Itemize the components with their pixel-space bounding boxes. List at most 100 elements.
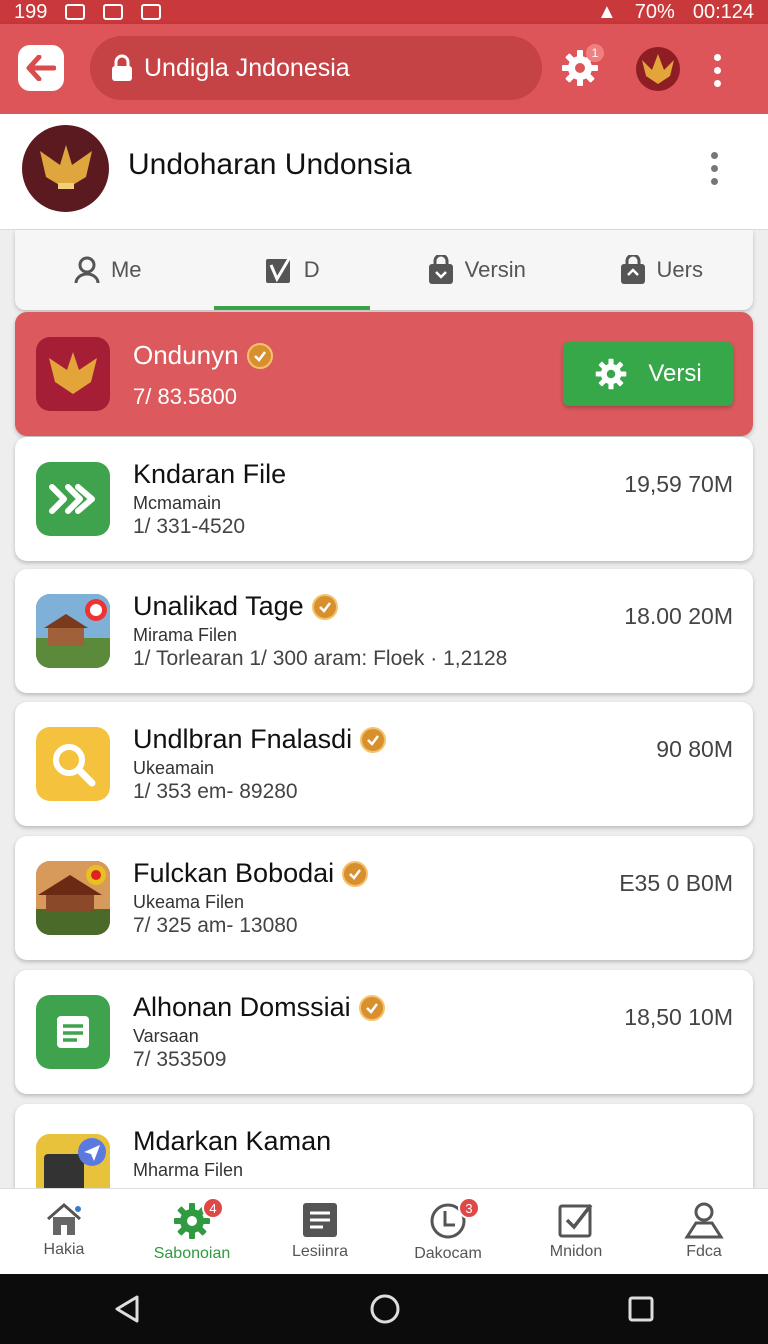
verified-badge-icon — [311, 593, 338, 620]
signal-icon: ▲ — [597, 0, 617, 23]
verified-badge-icon — [246, 342, 273, 369]
back-button[interactable] — [18, 45, 64, 91]
verified-badge-icon — [360, 726, 387, 753]
list-item[interactable]: Unalikad Tage Mirama Filen 1/ Torlearan … — [15, 569, 753, 693]
bag-icon — [428, 255, 453, 284]
home-icon — [47, 1203, 81, 1235]
tab-label: D — [303, 257, 320, 282]
item-subtitle: Mcmamain — [133, 493, 222, 513]
versi-button-label: Versi — [648, 360, 702, 387]
nav-label: Hakia — [43, 1241, 85, 1258]
notification-icon — [65, 4, 86, 20]
nav-label: Mnidon — [549, 1243, 603, 1260]
tab-label: Versin — [464, 257, 526, 282]
gear-icon — [596, 358, 627, 390]
item-subtitle: Mharma Filen — [133, 1160, 244, 1180]
tab-uers[interactable]: Uers — [569, 230, 754, 310]
system-navigation-bar — [0, 1274, 768, 1344]
avatar[interactable] — [22, 125, 109, 212]
nav-dakocam[interactable]: 3 Dakocam — [384, 1189, 512, 1274]
recents-square-icon[interactable] — [627, 1295, 655, 1323]
item-subtitle: Ukeamain — [133, 758, 215, 778]
featured-name: Ondunyn — [133, 340, 273, 371]
item-name: Undlbran Fnalasdi — [133, 724, 387, 755]
verified-badge-icon — [358, 994, 385, 1021]
item-meta: 1/ 331-4520 — [133, 515, 246, 538]
list-item[interactable]: Undlbran Fnalasdi Ukeamain 1/ 353 em- 89… — [15, 702, 753, 826]
nav-badge: 3 — [458, 1197, 480, 1219]
item-subtitle: Mirama Filen — [133, 625, 238, 645]
tab-versin[interactable]: Versin — [384, 230, 569, 310]
garuda-emblem-icon — [39, 144, 92, 189]
url-bar[interactable]: Undigla Jndonesia — [90, 36, 542, 100]
tab-d[interactable]: D — [200, 230, 385, 310]
item-name: Mdarkan Kaman — [133, 1126, 332, 1156]
item-size: 18,50 10M — [624, 1004, 733, 1030]
person-icon — [74, 256, 100, 284]
item-size: 90 80M — [656, 736, 733, 762]
nav-label: Dakocam — [414, 1245, 482, 1262]
list-item[interactable]: Kndaran File Mcmamain 1/ 331-4520 19,59 … — [15, 437, 753, 561]
user-icon — [684, 1202, 724, 1239]
versi-button[interactable]: Versi — [563, 342, 733, 406]
profile-header: Undoharan Undonsia — [0, 114, 768, 230]
notification-icon — [103, 4, 124, 20]
nav-badge: 4 — [202, 1197, 224, 1219]
bag-icon — [620, 255, 645, 284]
status-bar: 199 ▲ 70% 00:124 — [0, 0, 768, 24]
battery-level: 70% — [634, 0, 675, 23]
item-size: 18.00 20M — [624, 603, 733, 629]
featured-card[interactable]: Ondunyn 7/ 83.5800 Versi — [15, 312, 753, 436]
nav-mnidon[interactable]: Mnidon — [512, 1189, 640, 1274]
list-item[interactable]: Alhonan Domssiai Varsaan 7/ 353509 18,50… — [15, 970, 753, 1094]
nav-lesiinra[interactable]: Lesiinra — [256, 1189, 384, 1274]
tab-label: Me — [110, 257, 142, 282]
document-icon — [36, 995, 110, 1069]
back-triangle-icon[interactable] — [113, 1294, 143, 1324]
search-icon — [36, 727, 110, 801]
item-size: 19,59 70M — [624, 471, 733, 497]
tab-label: Uers — [656, 257, 703, 282]
nav-label: Sabonoian — [153, 1245, 231, 1262]
item-meta: 7/ 325 am- 13080 — [133, 914, 298, 937]
item-name: Alhonan Domssiai — [133, 992, 385, 1023]
settings-badge: 1 — [586, 44, 604, 62]
edit-box-icon — [265, 256, 292, 283]
item-name: Fulckan Bobodai — [133, 858, 369, 889]
nav-hakia[interactable]: Hakia — [0, 1189, 128, 1274]
tab-bar: Me D Versin Uers — [15, 230, 753, 310]
item-name: Unalikad Tage — [133, 591, 338, 622]
item-subtitle: Ukeama Filen — [133, 892, 245, 912]
tab-me[interactable]: Me — [15, 230, 200, 310]
item-subtitle: Varsaan — [133, 1026, 199, 1046]
profile-more-button[interactable] — [711, 152, 718, 185]
notification-icon — [141, 4, 162, 20]
item-name: Kndaran File — [133, 459, 287, 489]
lock-icon — [112, 54, 132, 81]
more-menu-button[interactable] — [714, 54, 721, 87]
home-circle-icon[interactable] — [369, 1293, 401, 1325]
nav-sabonoian[interactable]: 4 Sabonoian — [128, 1189, 256, 1274]
photo-thumbnail — [36, 594, 110, 668]
url-text: Undigla Jndonesia — [144, 53, 350, 82]
nav-label: Lesiinra — [291, 1243, 349, 1260]
app-bar: Undigla Jndonesia 1 — [0, 24, 768, 114]
item-meta: 7/ 353509 — [133, 1048, 227, 1071]
page-title: Undoharan Undonsia — [128, 148, 412, 181]
nav-fdca[interactable]: Fdca — [640, 1189, 768, 1274]
list-item[interactable]: Fulckan Bobodai Ukeama Filen 7/ 325 am- … — [15, 836, 753, 960]
photo-thumbnail — [36, 861, 110, 935]
garuda-emblem-icon[interactable] — [634, 46, 682, 97]
status-time-left: 199 — [14, 0, 48, 23]
item-meta: 1/ Torlearan 1/ 300 aram: Floek · 1,2128 — [133, 647, 508, 670]
list-icon — [303, 1203, 337, 1237]
status-clock: 00:124 — [692, 0, 754, 23]
featured-meta: 7/ 83.5800 — [133, 384, 237, 409]
item-meta: 1/ 353 em- 89280 — [133, 780, 298, 803]
forward-icon — [36, 462, 110, 536]
nav-label: Fdca — [686, 1243, 722, 1260]
item-size: E35 0 B0M — [619, 870, 733, 896]
bottom-navigation: Hakia 4 Sabonoian Lesiinra 3 Dakocam Mni… — [0, 1188, 768, 1274]
verified-badge-icon — [342, 860, 369, 887]
check-icon — [558, 1203, 593, 1238]
